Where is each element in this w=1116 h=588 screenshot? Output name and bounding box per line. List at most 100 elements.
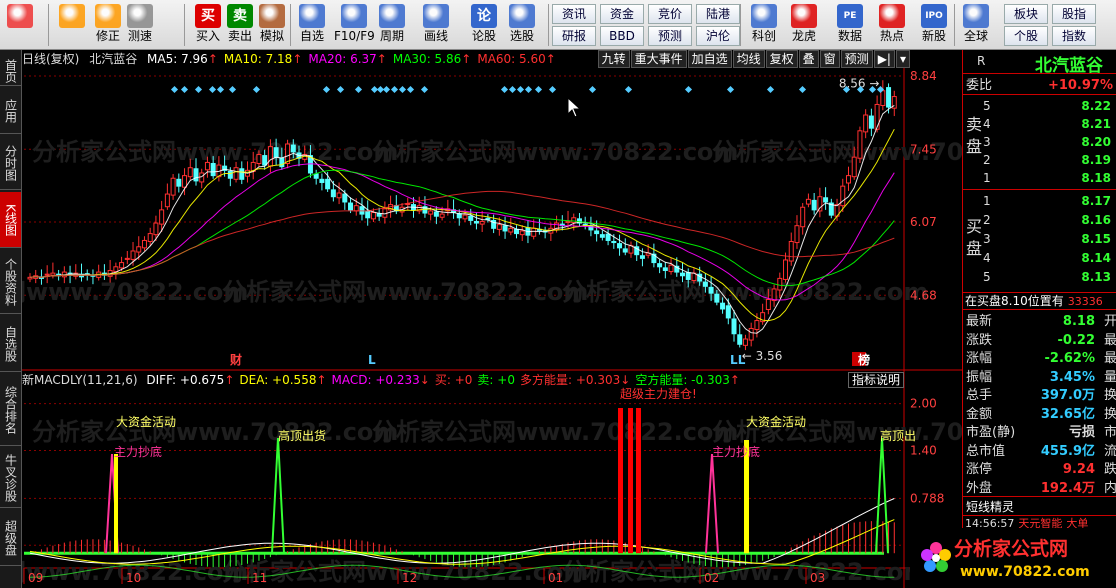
level-price: 8.19	[1081, 153, 1111, 167]
quick-link-1[interactable]: 资金	[600, 4, 644, 24]
candle-body	[353, 205, 359, 212]
indicator-help-button[interactable]: 指标说明	[848, 372, 904, 388]
candle-body	[428, 210, 434, 215]
sell-level-row[interactable]: 5 8.22	[983, 97, 1116, 115]
toolbar-button-14[interactable]: 龙虎	[788, 2, 820, 48]
price-tick-label: 7.45	[910, 142, 937, 156]
left-tab-4[interactable]: 个股资料	[0, 250, 21, 314]
toolbar-button-7[interactable]: 自选	[296, 2, 328, 48]
stat-value: 3.45%	[1049, 369, 1095, 385]
toolbar-button-3[interactable]: 测速	[124, 2, 156, 48]
event-diamond-icon	[500, 85, 509, 94]
macd-legend-item: MACD: +0.233↓	[332, 373, 430, 387]
sell-level-row[interactable]: 2 8.19	[983, 151, 1116, 169]
kline-menu-item-7[interactable]: 预测	[840, 50, 873, 68]
buy-level-row[interactable]: 2 8.16	[983, 211, 1116, 229]
kline-menu-item-6[interactable]: 窗	[819, 50, 840, 68]
toolbar-button-10[interactable]: 画线	[420, 2, 452, 48]
left-tab-7[interactable]: 牛叉诊股	[0, 448, 21, 508]
toolbar-button-label: 买入	[195, 29, 220, 43]
shortline-title[interactable]: 短线精灵	[966, 498, 1014, 515]
stat-value: 亏损	[1068, 425, 1095, 440]
quick-link-0[interactable]: 资讯	[552, 4, 596, 24]
sell-level-row[interactable]: 4 8.21	[983, 115, 1116, 133]
kline-menu-item-2[interactable]: 加自选	[687, 50, 732, 68]
toolbar-button-11[interactable]: 论论股	[468, 2, 500, 48]
ma-legend-item: MA30: 5.86↑	[393, 52, 471, 66]
toolbar-button-15[interactable]: PE 数据	[834, 2, 866, 48]
toolbar-button-6[interactable]: 模拟	[256, 2, 288, 48]
ma-legend-label: MA20: 6.37	[308, 52, 377, 66]
event-diamond-icon	[228, 85, 237, 94]
candle-body	[731, 318, 737, 335]
candle-body	[571, 217, 577, 224]
kline-chart[interactable]: 分析家公式网www.70822.com分析家公式网www.70822.com分析…	[22, 50, 962, 588]
event-diamond-icon	[684, 85, 693, 94]
kline-menu-item-0[interactable]: 九转	[597, 50, 630, 68]
toolbar-button-label: 测速	[127, 29, 152, 43]
buy-level-row[interactable]: 3 8.15	[983, 230, 1116, 248]
candle-body	[857, 130, 863, 159]
toolbar-button-0[interactable]	[4, 2, 36, 48]
period-label[interactable]: 日线(复权)	[22, 52, 79, 66]
quick-link-2[interactable]: 竞价	[648, 4, 692, 24]
candle-body	[508, 227, 514, 233]
macd-legend-arrow: ↑	[729, 373, 740, 387]
stat-value: 8.18	[1062, 314, 1095, 329]
pencil-icon	[423, 4, 449, 28]
toolbar-button-12[interactable]: 选股	[506, 2, 538, 48]
sell-level-row[interactable]: 3 8.20	[983, 133, 1116, 151]
kline-menu-item-9[interactable]: ▾	[895, 50, 910, 68]
toolbar-button-8[interactable]: F10/F9	[334, 2, 375, 48]
toolbar-button-4[interactable]: 买买入	[192, 2, 224, 48]
kline-menu-item-4[interactable]: 复权	[765, 50, 798, 68]
kline-menu-item-3[interactable]: 均线	[732, 50, 765, 68]
stat-extra-label: 开	[1103, 314, 1116, 329]
stat-label: 最新	[966, 314, 993, 329]
low-price-label: ← 3.56	[742, 349, 783, 363]
quick-link-3[interactable]: 陆港	[696, 4, 740, 24]
toolbar-button-17[interactable]: IPO 新股	[918, 2, 950, 48]
toolbar-button-18[interactable]: 全球	[960, 2, 992, 48]
quick-link-7[interactable]: 沪伦	[696, 26, 740, 46]
kline-menu-item-1[interactable]: 重大事件	[630, 50, 687, 68]
level-number: 3	[983, 232, 991, 246]
quick-link-11[interactable]: 指数	[1052, 26, 1096, 46]
quick-link-8[interactable]: 板块	[1004, 4, 1048, 24]
bottom-fishing-spike	[705, 453, 719, 554]
toolbar-button-label: 论股	[471, 29, 496, 43]
toolbar-button-9[interactable]: 周期	[376, 2, 408, 48]
kline-menu-item-8[interactable]: ▶|	[873, 50, 895, 68]
toolbar-button-16[interactable]: 热点	[876, 2, 908, 48]
buy-level-row[interactable]: 5 8.13	[983, 268, 1116, 286]
toolbar-button-label: 画线	[423, 29, 448, 43]
toolbar-button-5[interactable]: 卖卖出	[224, 2, 256, 48]
kline-menu-item-5[interactable]: 叠	[798, 50, 819, 68]
macd-annotation: 超级主力建仓!	[620, 386, 697, 401]
toolbar-button-label: F10/F9	[334, 29, 375, 43]
left-tab-8[interactable]: 超级盘	[0, 510, 21, 566]
sell-level-row[interactable]: 1 8.18	[983, 169, 1116, 187]
quick-link-5[interactable]: BBD	[600, 26, 644, 46]
toolbar-button-13[interactable]: 科创	[748, 2, 780, 48]
left-tab-2[interactable]: 分时图	[0, 136, 21, 190]
quick-link-4[interactable]: 研报	[552, 26, 596, 46]
watermark-text: 分析家公式网www.70822.com	[372, 418, 738, 446]
buy-level-row[interactable]: 1 8.17	[983, 192, 1116, 210]
candle-body	[599, 234, 605, 238]
left-tab-5[interactable]: 自选股	[0, 316, 21, 372]
left-tab-0[interactable]: 首页	[0, 56, 21, 86]
quick-link-9[interactable]: 股指	[1052, 4, 1096, 24]
stat-label: 涨跌	[966, 332, 993, 348]
left-tab-3[interactable]: K线图	[0, 192, 21, 248]
candle-body	[777, 277, 783, 291]
event-diamond-icon	[322, 85, 331, 94]
toolbar-button-2[interactable]: 修正	[92, 2, 124, 48]
quick-link-6[interactable]: 预测	[648, 26, 692, 46]
left-tab-6[interactable]: 综合排名	[0, 374, 21, 446]
chart-marker-4: 榜	[858, 352, 870, 367]
left-tab-1[interactable]: 应用	[0, 88, 21, 134]
buy-level-row[interactable]: 4 8.14	[983, 249, 1116, 267]
quick-link-10[interactable]: 个股	[1004, 26, 1048, 46]
toolbar-button-1[interactable]	[56, 2, 88, 48]
